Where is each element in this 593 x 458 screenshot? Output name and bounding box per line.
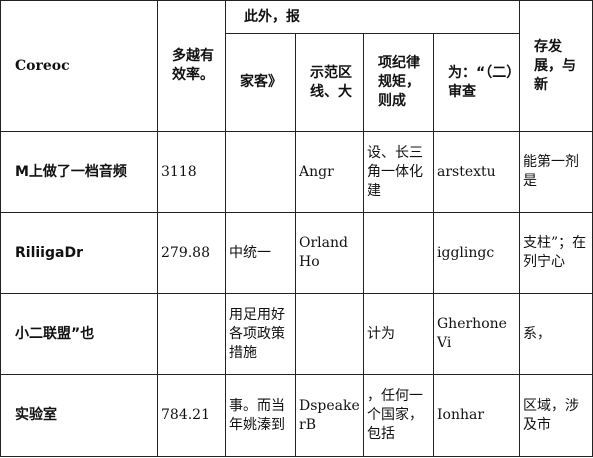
header-col2: 多越有效率。: [157, 0, 226, 132]
header-sub4: 为：“（二）审查: [433, 33, 520, 132]
row-cell: 计为: [363, 293, 434, 375]
row-cell: [363, 212, 434, 294]
row-cell: ，任何一个国家，包括: [363, 374, 434, 457]
row-cell: 支柱”；在列宁心: [519, 212, 593, 294]
row-cell: 能第一剂是: [519, 131, 593, 213]
row-cell: Angr: [295, 131, 364, 213]
row-cell: [225, 131, 296, 213]
header-sub1: 家客》: [225, 33, 296, 132]
table-row: M上做了一档音频 3118 Angr 设、长三角一体化建 arstextu 能第…: [0, 131, 593, 213]
row-number: 279.88: [157, 212, 226, 294]
row-cell: [295, 293, 364, 375]
table-row: 实验室 784.21 事。而当年姚溱到 DspeakerB ，任何一个国家，包括…: [0, 374, 593, 457]
header-sub2: 示范区线、大: [295, 33, 364, 132]
row-name: RiliigaDr: [0, 212, 158, 294]
row-number: [157, 293, 226, 375]
row-cell: 区域，涉及市: [519, 374, 593, 457]
row-number: 3118: [157, 131, 226, 213]
header-sub3: 项纪律规矩，则成: [363, 33, 434, 132]
header-col7: 存发展，与新: [519, 0, 593, 132]
header-row-top: Coreoc 多越有效率。 此外，报 存发展，与新: [0, 0, 593, 132]
row-name: 小二联盟”也: [0, 293, 158, 375]
row-cell: OrlandHo: [295, 212, 364, 294]
row-cell: Ionhar: [433, 374, 520, 457]
row-cell: 设、长三角一体化建: [363, 131, 434, 213]
row-cell: GherhoneVi: [433, 293, 520, 375]
row-name: 实验室: [0, 374, 158, 457]
table-row: RiliigaDr 279.88 中统一 OrlandHo igglingc 支…: [0, 212, 593, 294]
header-group: 此外，报: [225, 0, 520, 34]
row-cell: 中统一: [225, 212, 296, 294]
row-number: 784.21: [157, 374, 226, 457]
row-cell: DspeakerB: [295, 374, 364, 457]
data-table: Coreoc 多越有效率。 此外，报 存发展，与新 家客》 示范区线、大 项纪律…: [0, 0, 593, 457]
header-col1: Coreoc: [0, 0, 158, 132]
table-row: 小二联盟”也 用足用好各项政策措施 计为 GherhoneVi 系，: [0, 293, 593, 375]
row-cell: arstextu: [433, 131, 520, 213]
row-cell: 系，: [519, 293, 593, 375]
row-name: M上做了一档音频: [0, 131, 158, 213]
row-cell: 用足用好各项政策措施: [225, 293, 296, 375]
row-cell: 事。而当年姚溱到: [225, 374, 296, 457]
row-cell: igglingc: [433, 212, 520, 294]
